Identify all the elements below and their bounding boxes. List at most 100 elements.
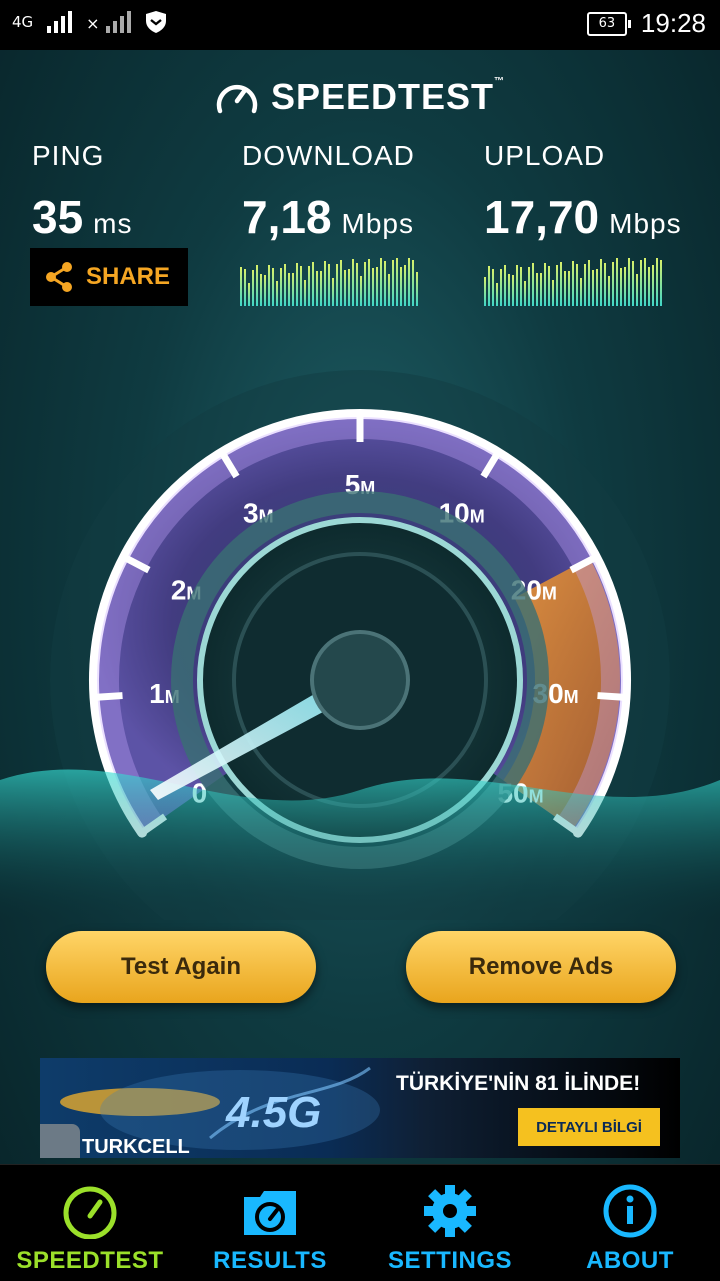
download-graph	[240, 258, 418, 306]
remove-ads-button[interactable]: Remove Ads	[406, 931, 676, 1003]
graph-bar	[552, 280, 554, 306]
graph-bar	[484, 277, 486, 306]
graph-bar	[624, 267, 626, 306]
nav-speedtest[interactable]: SPEEDTEST	[0, 1165, 180, 1281]
download-value: 7,18 Mbps	[242, 191, 414, 243]
status-bar: 4G × 63 19:28	[0, 0, 720, 50]
graph-bar	[276, 281, 278, 306]
graph-bar	[360, 276, 362, 306]
share-button[interactable]: SHARE	[30, 248, 188, 306]
upload-graph	[484, 258, 662, 306]
download-metric: DOWNLOAD 7,18 Mbps	[242, 140, 415, 244]
graph-bar	[380, 258, 382, 306]
graph-bar	[376, 267, 378, 306]
graph-bar	[348, 269, 350, 306]
graph-bar	[648, 267, 650, 306]
info-icon	[603, 1184, 657, 1238]
graph-bar	[384, 261, 386, 306]
graph-bar	[576, 264, 578, 306]
ad-headline: TÜRKİYE'NİN 81 İLİNDE!	[396, 1072, 641, 1095]
gauge-tick	[597, 692, 626, 701]
graph-bar	[352, 259, 354, 306]
gauge-tick	[94, 692, 123, 701]
nav-about[interactable]: ABOUT	[540, 1165, 720, 1281]
ad-cta-button[interactable]: DETAYLI BİLGİ	[518, 1108, 660, 1146]
nav-settings-label: SETTINGS	[387, 1247, 512, 1274]
graph-bar	[496, 283, 498, 306]
graph-bar	[488, 266, 490, 306]
graph-bar	[308, 266, 310, 306]
status-icons-right: 63 19:28	[586, 8, 706, 39]
speed-gauge: 01M2M3M5M10M20M30M50M	[0, 370, 720, 920]
graph-bar	[492, 269, 494, 306]
ad-app-icon	[40, 1124, 80, 1158]
graph-bar	[652, 265, 654, 306]
signal-strength-sim2-icon: ×	[86, 11, 131, 33]
shield-icon	[145, 11, 166, 33]
graph-bar	[324, 261, 326, 306]
graph-bar	[372, 268, 374, 306]
graph-bar	[656, 258, 658, 306]
graph-bar	[364, 262, 366, 306]
graph-bar	[272, 268, 274, 306]
nav-results[interactable]: RESULTS	[180, 1165, 360, 1281]
graph-bar	[524, 281, 526, 306]
graph-bar	[392, 260, 394, 306]
share-label: SHARE	[86, 263, 171, 290]
speedtest-logo: SPEEDTEST™	[0, 76, 720, 118]
speedometer-icon	[63, 1186, 117, 1239]
graph-bar	[248, 283, 250, 306]
ping-value: 35 ms	[32, 191, 133, 243]
share-icon	[46, 262, 72, 292]
graph-bar	[300, 266, 302, 306]
graph-bar	[304, 280, 306, 306]
graph-bar	[256, 265, 258, 306]
graph-bar	[336, 264, 338, 306]
graph-bar	[580, 278, 582, 306]
network-type-4g: 4G	[12, 13, 34, 31]
graph-bar	[640, 260, 642, 306]
ad-banner[interactable]: 4.5G TURKCELL TÜRKİYE'NİN 81 İLİNDE! DET…	[40, 1058, 680, 1158]
graph-bar	[544, 263, 546, 306]
nav-settings[interactable]: SETTINGS	[360, 1165, 540, 1281]
graph-bar	[660, 260, 662, 306]
graph-bar	[416, 272, 418, 306]
graph-bar	[516, 265, 518, 306]
graph-bar	[620, 268, 622, 306]
graph-bar	[508, 274, 510, 306]
graph-bar	[572, 261, 574, 306]
upload-value: 17,70 Mbps	[484, 191, 682, 243]
graph-bar	[528, 267, 530, 306]
graph-bar	[632, 261, 634, 306]
graph-bar	[320, 271, 322, 306]
graph-bar	[280, 268, 282, 306]
graph-bar	[588, 260, 590, 306]
graph-bar	[596, 269, 598, 306]
graph-bar	[388, 274, 390, 306]
graph-bar	[548, 266, 550, 306]
graph-bar	[284, 264, 286, 306]
graph-bar	[396, 258, 398, 306]
app-title: SPEEDTEST™	[270, 76, 506, 117]
gear-icon	[424, 1185, 476, 1237]
graph-bar	[296, 263, 298, 306]
graph-bar	[608, 276, 610, 306]
folder-gauge-icon	[244, 1191, 296, 1235]
graph-bar	[316, 271, 318, 306]
nav-about-label: ABOUT	[586, 1247, 674, 1274]
test-again-button[interactable]: Test Again	[46, 931, 316, 1003]
graph-bar	[332, 278, 334, 306]
graph-bar	[408, 258, 410, 306]
graph-bar	[412, 260, 414, 306]
graph-bar	[532, 263, 534, 306]
graph-bar	[368, 259, 370, 306]
battery-icon: 63	[586, 11, 631, 36]
status-icons-left: 4G ×	[12, 10, 167, 34]
ad-network-label: 4.5G	[226, 1088, 322, 1137]
graph-bar	[628, 258, 630, 306]
graph-bar	[536, 273, 538, 306]
clock: 19:28	[640, 8, 706, 38]
graph-bar	[404, 265, 406, 306]
graph-bar	[568, 271, 570, 306]
upload-label: UPLOAD	[484, 140, 606, 171]
